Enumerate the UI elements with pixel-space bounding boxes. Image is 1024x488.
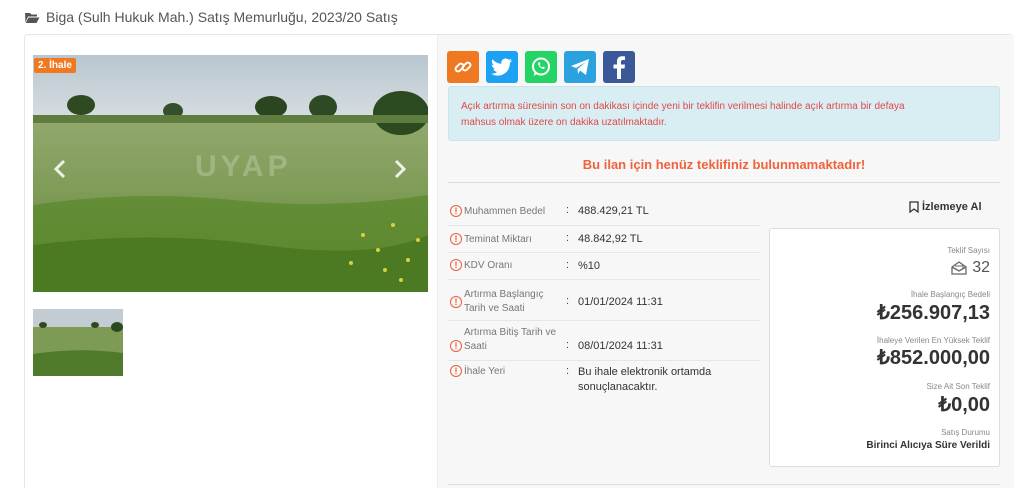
detail-row-auction-place: ! İhale Yeri : Bu ihale elektronik ortam… bbox=[448, 361, 760, 403]
share-bar bbox=[447, 51, 635, 83]
sale-status-value: Birinci Alıcıya Süre Verildi bbox=[866, 440, 990, 451]
facebook-share-button[interactable] bbox=[603, 51, 635, 83]
info-icon: ! bbox=[450, 340, 462, 352]
envelope-open-icon bbox=[951, 261, 967, 275]
detail-colon: : bbox=[566, 295, 570, 307]
info-icon: ! bbox=[450, 205, 462, 217]
bid-count-value: 32 bbox=[972, 259, 990, 276]
detail-colon: : bbox=[566, 259, 570, 271]
detail-value: 08/01/2024 11:31 bbox=[578, 340, 663, 352]
add-to-watchlist-button[interactable]: İzlemeye Al bbox=[909, 201, 982, 213]
info-icon: ! bbox=[450, 259, 462, 271]
page-title: Biga (Sulh Hukuk Mah.) Satış Memurluğu, … bbox=[46, 9, 398, 25]
telegram-share-button[interactable] bbox=[564, 51, 596, 83]
detail-row-estimated-value: ! Muhammen Bedel : 488.429,21 TL bbox=[448, 197, 760, 226]
twitter-icon bbox=[491, 58, 512, 76]
twitter-share-button[interactable] bbox=[486, 51, 518, 83]
bookmark-icon bbox=[909, 201, 919, 213]
divider bbox=[448, 484, 1000, 485]
highest-bid-value: ₺852.000,00 bbox=[877, 347, 990, 369]
detail-value: Bu ihale elektronik ortamda sonuçlanacak… bbox=[578, 365, 711, 395]
detail-row-collateral: ! Teminat Miktarı : 48.842,92 TL bbox=[448, 226, 760, 253]
auction-round-badge: 2. İhale bbox=[34, 58, 76, 73]
notice-line-1: Açık artırma süresinin son on dakikası i… bbox=[461, 101, 905, 112]
extension-notice: Açık artırma süresinin son on dakikası i… bbox=[448, 86, 1000, 141]
sale-status-label: Satış Durumu bbox=[941, 428, 990, 437]
start-price-value: ₺256.907,13 bbox=[877, 302, 990, 324]
whatsapp-icon bbox=[532, 57, 550, 76]
detail-label: Artırma Başlangıç Tarih ve Saati bbox=[464, 288, 543, 316]
link-share-button[interactable] bbox=[447, 51, 479, 83]
detail-value-line-2: sonuçlanacaktır. bbox=[578, 381, 658, 393]
detail-value: 48.842,92 TL bbox=[578, 233, 643, 245]
detail-value: 01/01/2024 11:31 bbox=[578, 296, 663, 308]
detail-colon: : bbox=[566, 204, 570, 216]
detail-label-line-1: Artırma Bitiş Tarih ve bbox=[464, 327, 557, 338]
detail-label-line-1: Artırma Başlangıç bbox=[464, 289, 544, 300]
auction-stats-box: Teklif Sayısı 32 İhale Başlangıç Bedeli … bbox=[769, 228, 1000, 467]
watermark: UYAP bbox=[195, 150, 292, 183]
divider bbox=[448, 182, 1000, 183]
whatsapp-share-button[interactable] bbox=[525, 51, 557, 83]
detail-colon: : bbox=[566, 339, 570, 351]
your-last-bid-value: ₺0,00 bbox=[938, 394, 990, 416]
detail-label: Teminat Miktarı bbox=[464, 234, 532, 245]
detail-row-vat: ! KDV Oranı : %10 bbox=[448, 253, 760, 280]
notice-line-2: mahsus olmak üzere on dakika uzatılmakta… bbox=[461, 117, 667, 128]
detail-value: 488.429,21 TL bbox=[578, 205, 649, 217]
link-icon bbox=[454, 61, 472, 73]
highest-bid-label: İhaleye Verilen En Yüksek Teklif bbox=[876, 336, 990, 345]
next-photo-button[interactable] bbox=[390, 156, 410, 182]
detail-value-line-1: Bu ihale elektronik ortamda bbox=[578, 366, 712, 378]
detail-label: İhale Yeri bbox=[464, 366, 506, 377]
detail-label-line-2: Saati bbox=[464, 341, 487, 352]
bid-count: 32 bbox=[951, 259, 990, 277]
photo-thumbnail[interactable] bbox=[33, 309, 123, 376]
info-icon: ! bbox=[450, 365, 462, 377]
chevron-left-icon bbox=[54, 159, 66, 179]
detail-row-start-date: ! Artırma Başlangıç Tarih ve Saati : 01/… bbox=[448, 280, 760, 321]
bid-count-label: Teklif Sayısı bbox=[947, 246, 990, 255]
telegram-icon bbox=[571, 59, 589, 75]
detail-label-line-2: Tarih ve Saati bbox=[464, 303, 525, 314]
start-price-label: İhale Başlangıç Bedeli bbox=[910, 290, 990, 299]
info-icon: ! bbox=[450, 296, 462, 308]
detail-value: %10 bbox=[578, 260, 601, 272]
watch-label: İzlemeye Al bbox=[922, 201, 982, 213]
detail-label: Artırma Bitiş Tarih ve Saati bbox=[464, 326, 556, 354]
facebook-icon bbox=[613, 56, 625, 79]
chevron-right-icon bbox=[394, 159, 406, 179]
previous-photo-button[interactable] bbox=[50, 156, 70, 182]
detail-label: KDV Oranı bbox=[464, 260, 513, 271]
detail-row-end-date: ! Artırma Bitiş Tarih ve Saati : 08/01/2… bbox=[448, 321, 760, 361]
folder-open-icon bbox=[24, 11, 40, 24]
your-last-bid-label: Size Ait Son Teklif bbox=[926, 382, 990, 391]
no-bid-message: Bu ilan için henüz teklifiniz bulunmamak… bbox=[582, 157, 866, 172]
info-icon: ! bbox=[450, 233, 462, 245]
detail-label: Muhammen Bedel bbox=[464, 206, 546, 217]
detail-colon: : bbox=[566, 232, 570, 244]
detail-colon: : bbox=[566, 365, 570, 377]
breadcrumb: Biga (Sulh Hukuk Mah.) Satış Memurluğu, … bbox=[24, 9, 398, 25]
